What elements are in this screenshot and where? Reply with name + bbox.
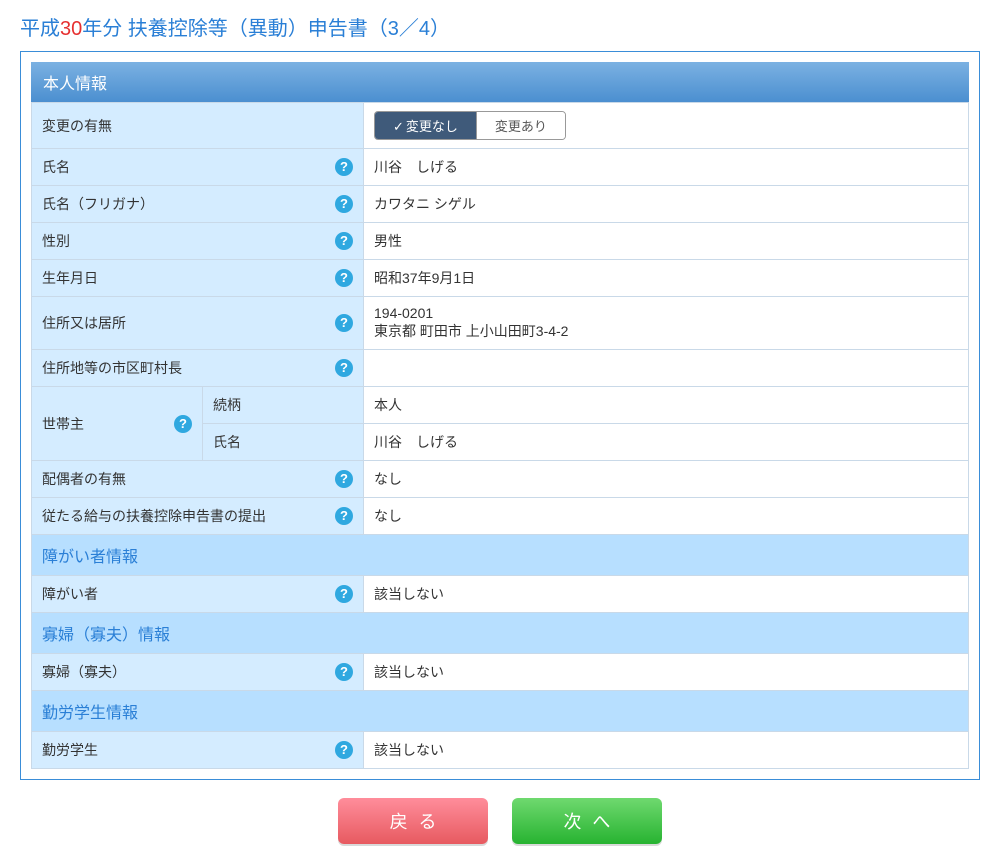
value-spouse: なし: [364, 461, 969, 498]
change-toggle: ✓変更なし 変更あり: [374, 111, 566, 140]
help-icon[interactable]: ?: [335, 158, 353, 176]
row-mayor: 住所地等の市区町村長?: [32, 350, 969, 387]
value-dob: 昭和37年9月1日: [364, 260, 969, 297]
section-disability: 障がい者情報: [32, 535, 969, 576]
cell-change-toggle: ✓変更なし 変更あり: [364, 103, 969, 149]
row-change: 変更の有無 ✓変更なし 変更あり: [32, 103, 969, 149]
help-icon[interactable]: ?: [335, 470, 353, 488]
row-address: 住所又は居所? 194-0201 東京都 町田市 上小山田町3-4-2: [32, 297, 969, 350]
section-student: 勤労学生情報: [32, 691, 969, 732]
row-household-relation: 世帯主? 続柄 本人: [32, 387, 969, 424]
help-icon[interactable]: ?: [174, 415, 192, 433]
label-dob: 生年月日?: [32, 260, 364, 297]
section-widow: 寡婦（寡夫）情報: [32, 613, 969, 654]
value-student: 該当しない: [364, 732, 969, 769]
section-widow-title: 寡婦（寡夫）情報: [32, 613, 969, 654]
button-row: 戻る 次へ: [20, 798, 980, 844]
label-name: 氏名?: [32, 149, 364, 186]
form-table: 変更の有無 ✓変更なし 変更あり 氏名? 川谷 しげる 氏名（フリガナ）? カワ…: [31, 102, 969, 769]
section-disability-title: 障がい者情報: [32, 535, 969, 576]
row-disability: 障がい者? 該当しない: [32, 576, 969, 613]
help-icon[interactable]: ?: [335, 585, 353, 603]
value-address: 194-0201 東京都 町田市 上小山田町3-4-2: [364, 297, 969, 350]
help-icon[interactable]: ?: [335, 741, 353, 759]
page-title: 平成30年分 扶養控除等（異動）申告書（3／4）: [20, 12, 980, 41]
value-household-relation: 本人: [364, 387, 969, 424]
row-spouse: 配偶者の有無? なし: [32, 461, 969, 498]
value-sex: 男性: [364, 223, 969, 260]
help-icon[interactable]: ?: [335, 359, 353, 377]
label-address: 住所又は居所?: [32, 297, 364, 350]
main-panel: 本人情報 変更の有無 ✓変更なし 変更あり 氏名? 川谷 しげる 氏名（フリガナ…: [20, 51, 980, 780]
help-icon[interactable]: ?: [335, 507, 353, 525]
value-household-name: 川谷 しげる: [364, 424, 969, 461]
row-widow: 寡婦（寡夫）? 該当しない: [32, 654, 969, 691]
value-widow: 該当しない: [364, 654, 969, 691]
help-icon[interactable]: ?: [335, 269, 353, 287]
next-button[interactable]: 次へ: [512, 798, 662, 844]
label-change: 変更の有無: [32, 103, 364, 149]
label-mayor: 住所地等の市区町村長?: [32, 350, 364, 387]
label-secondary-payer: 従たる給与の扶養控除申告書の提出?: [32, 498, 364, 535]
row-name: 氏名? 川谷 しげる: [32, 149, 969, 186]
label-household-relation: 続柄: [203, 387, 364, 424]
help-icon[interactable]: ?: [335, 195, 353, 213]
row-kana: 氏名（フリガナ）? カワタニ シゲル: [32, 186, 969, 223]
label-household: 世帯主?: [32, 387, 203, 461]
toggle-change[interactable]: 変更あり: [476, 112, 565, 139]
toggle-no-change[interactable]: ✓変更なし: [375, 112, 476, 139]
label-sex: 性別?: [32, 223, 364, 260]
value-kana: カワタニ シゲル: [364, 186, 969, 223]
value-secondary-payer: なし: [364, 498, 969, 535]
label-widow: 寡婦（寡夫）?: [32, 654, 364, 691]
help-icon[interactable]: ?: [335, 663, 353, 681]
row-sex: 性別? 男性: [32, 223, 969, 260]
row-secondary-payer: 従たる給与の扶養控除申告書の提出? なし: [32, 498, 969, 535]
section-student-title: 勤労学生情報: [32, 691, 969, 732]
panel-heading: 本人情報: [31, 62, 969, 102]
check-icon: ✓: [393, 119, 404, 134]
label-disability: 障がい者?: [32, 576, 364, 613]
back-button[interactable]: 戻る: [338, 798, 488, 844]
help-icon[interactable]: ?: [335, 314, 353, 332]
value-disability: 該当しない: [364, 576, 969, 613]
row-dob: 生年月日? 昭和37年9月1日: [32, 260, 969, 297]
value-mayor: [364, 350, 969, 387]
label-student: 勤労学生?: [32, 732, 364, 769]
value-name: 川谷 しげる: [364, 149, 969, 186]
row-student: 勤労学生? 該当しない: [32, 732, 969, 769]
help-icon[interactable]: ?: [335, 232, 353, 250]
label-kana: 氏名（フリガナ）?: [32, 186, 364, 223]
label-household-name: 氏名: [203, 424, 364, 461]
label-spouse: 配偶者の有無?: [32, 461, 364, 498]
